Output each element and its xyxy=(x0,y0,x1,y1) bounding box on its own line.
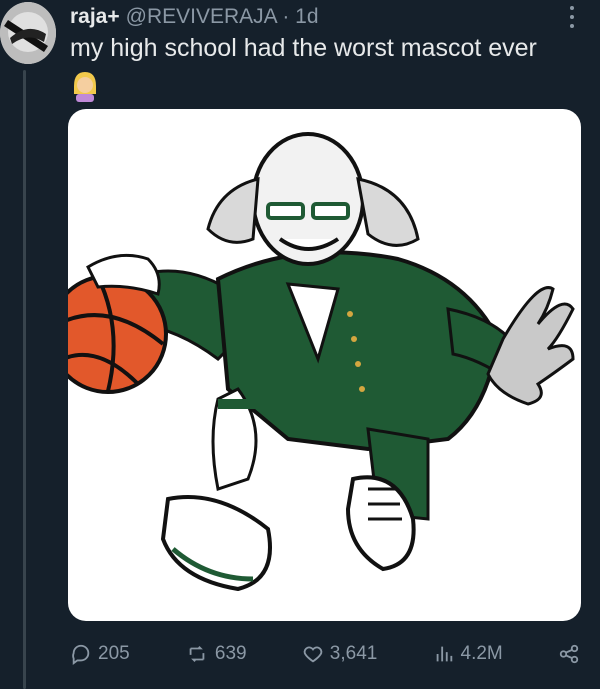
tweet-actions: 205 639 3,641 4.2M xyxy=(70,637,580,671)
thread-line xyxy=(23,70,26,689)
mascot-illustration xyxy=(68,132,575,592)
tweet-header: raja+ @REVIVERAJA · 1d xyxy=(70,4,580,30)
reply-icon xyxy=(70,643,92,665)
tweet-media-image[interactable] xyxy=(68,109,581,621)
repost-icon xyxy=(185,643,209,665)
reply-count: 205 xyxy=(98,643,130,664)
avatar[interactable] xyxy=(0,2,56,64)
share-button[interactable] xyxy=(558,643,580,665)
views-icon xyxy=(433,643,455,665)
views-count: 4.2M xyxy=(460,643,503,664)
repost-button[interactable]: 639 xyxy=(185,643,247,665)
emoji-icon xyxy=(70,70,100,102)
reply-button[interactable]: 205 xyxy=(70,643,130,665)
repost-count: 639 xyxy=(214,643,247,664)
author-handle-time[interactable]: @REVIVERAJA · 1d xyxy=(126,5,319,29)
share-icon xyxy=(558,643,580,665)
author-name[interactable]: raja+ xyxy=(70,5,120,29)
like-count: 3,641 xyxy=(329,643,378,664)
more-icon[interactable] xyxy=(560,6,584,28)
tweet-text: my high school had the worst mascot ever xyxy=(70,34,537,62)
views-button[interactable]: 4.2M xyxy=(433,643,503,665)
like-button[interactable]: 3,641 xyxy=(302,643,378,665)
like-icon xyxy=(302,643,324,665)
